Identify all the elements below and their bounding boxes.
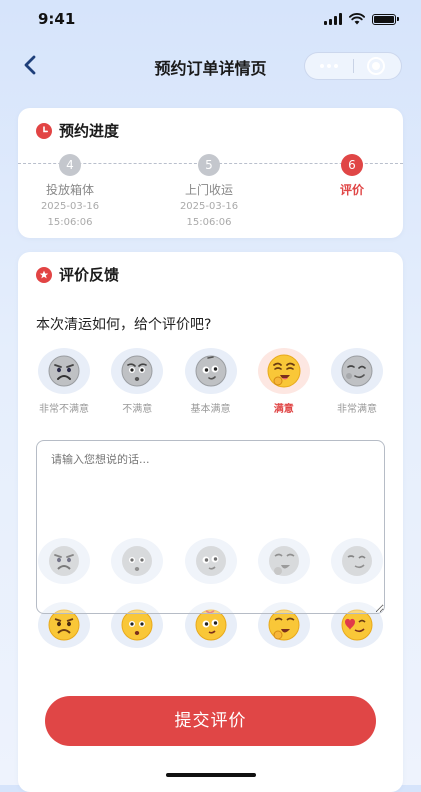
wifi-icon <box>349 13 365 25</box>
cellular-signal-icon <box>324 13 342 25</box>
feedback-title: 评价反馈 <box>36 264 119 285</box>
rating-label: 非常不满意 <box>39 404 89 415</box>
step-label: 评价 <box>339 183 364 197</box>
more-icon[interactable] <box>305 53 353 79</box>
unsatisfied-emoji-icon <box>121 355 153 387</box>
rating-label: 不满意 <box>122 404 153 415</box>
step-number: 6 <box>341 154 363 176</box>
submit-review-button[interactable]: 提交评价 <box>45 696 376 746</box>
step-date: 2025-03-16 <box>179 201 239 212</box>
rating-label: 满意 <box>273 404 294 415</box>
status-bar: 9:41 <box>0 0 421 40</box>
progress-steps: 4 投放箱体 2025-03-16 15:06:06 5 上门收运 2025-0… <box>18 154 403 234</box>
step-label: 投放箱体 <box>45 183 94 197</box>
progress-title: 预约进度 <box>36 120 119 141</box>
step-date: 2025-03-16 <box>40 201 100 212</box>
satisfied-emoji-icon <box>267 354 301 388</box>
step-6: 6 评价 <box>302 154 402 198</box>
step-number: 4 <box>59 154 81 176</box>
status-icons <box>324 13 399 25</box>
rating-options: 非常不满意 不满意 基本满意 满意 非常满意 <box>28 348 393 415</box>
mini-program-capsule <box>304 52 402 80</box>
step-5: 5 上门收运 2025-03-16 15:06:06 <box>159 154 259 230</box>
home-indicator <box>166 773 256 777</box>
step-number: 5 <box>198 154 220 176</box>
clock-icon <box>36 122 52 139</box>
feedback-title-text: 评价反馈 <box>59 266 120 284</box>
progress-card: 预约进度 4 投放箱体 2025-03-16 15:06:06 5 上门收运 2… <box>18 108 403 238</box>
step-4: 4 投放箱体 2025-03-16 15:06:06 <box>20 154 120 230</box>
star-badge-icon <box>36 266 52 283</box>
rating-option-satisfied[interactable]: 满意 <box>248 348 320 415</box>
rating-label: 非常满意 <box>337 404 377 415</box>
step-time: 15:06:06 <box>186 217 232 228</box>
feedback-textarea[interactable] <box>36 440 385 614</box>
close-circle-icon[interactable] <box>367 57 385 75</box>
rating-option-unsatisfied[interactable]: 不满意 <box>101 348 173 415</box>
rating-option-very-satisfied[interactable]: 非常满意 <box>321 348 393 415</box>
status-time: 9:41 <box>38 10 76 28</box>
rating-question: 本次清运如何，给个评价吧? <box>36 317 212 333</box>
rating-option-very-unsatisfied[interactable]: 非常不满意 <box>28 348 100 415</box>
basically-satisfied-emoji-icon <box>195 355 226 387</box>
rating-label: 基本满意 <box>190 404 231 415</box>
rating-option-basically-satisfied[interactable]: 基本满意 <box>175 348 247 415</box>
battery-icon <box>372 13 396 25</box>
navigation-bar: 预约订单详情页 <box>0 44 421 88</box>
step-time: 15:06:06 <box>47 217 93 228</box>
very-unsatisfied-emoji-icon <box>48 355 80 387</box>
progress-title-text: 预约进度 <box>59 122 120 140</box>
very-satisfied-emoji-icon <box>341 355 373 387</box>
step-label: 上门收运 <box>184 183 233 197</box>
